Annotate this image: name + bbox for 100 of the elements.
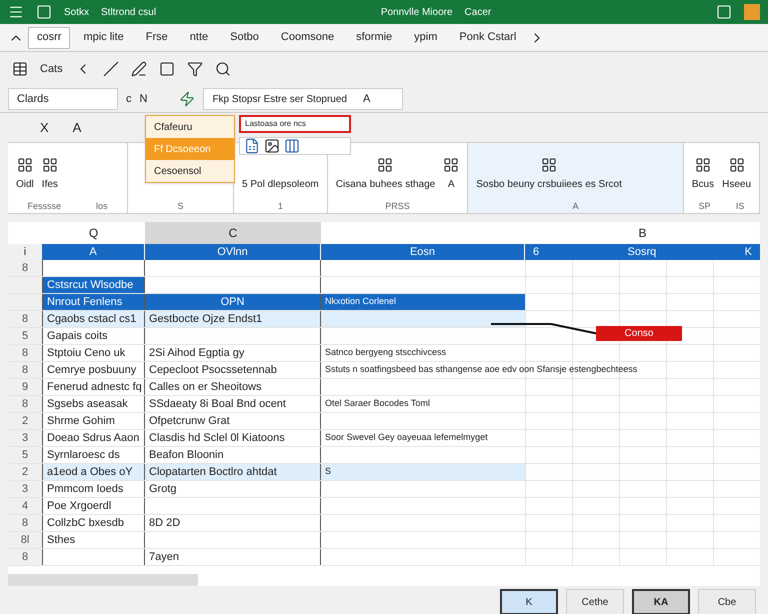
table-cell-text: Gapais coits: [47, 328, 108, 344]
table-cell-text: Shrme Gohim: [47, 414, 115, 429]
ribbon-tab[interactable]: ypim: [405, 26, 446, 48]
menu-item[interactable]: Cesoensol: [146, 160, 234, 182]
search-box[interactable]: Lastoasa ore ncs: [239, 115, 351, 133]
grid-icon: [377, 156, 394, 172]
row-number: 2: [8, 413, 42, 429]
row-number: 9: [8, 379, 42, 395]
ribbon-label[interactable]: Sosbo beuny crsbuiiees es Srcot: [476, 176, 622, 192]
table-cell-text: Syrnlaroesc ds: [47, 448, 120, 463]
table-cell-text: 7ayen: [149, 550, 179, 565]
table-cell-text: Stptoiu Ceno uk: [47, 346, 126, 361]
filter-icon: [186, 61, 203, 77]
table-cell-text: Beafon Bloonin: [149, 448, 224, 463]
ribbon-tab[interactable]: Ponk Cstarl: [450, 26, 526, 48]
grid-icon: [443, 156, 460, 172]
column-letter[interactable]: B: [525, 222, 760, 244]
table-cell-text: Otel Saraer Bocodes Toml: [325, 397, 430, 410]
slash-icon: [102, 61, 119, 77]
column-letter[interactable]: Q: [42, 222, 145, 244]
table-cell-text: Cemrye posbuuny: [47, 362, 136, 378]
grid-icon: [541, 156, 558, 172]
view-button[interactable]: Cbe: [698, 589, 756, 614]
table-cell-text: Cgaobs cstacl cs1: [47, 312, 136, 327]
ribbon-label[interactable]: Cisana buhees sthage: [336, 176, 436, 192]
group-caption: 1: [278, 200, 283, 212]
row-number: 5: [8, 447, 42, 463]
toolbar-caption: Cats: [40, 62, 63, 77]
table-cell-text: Satnco bergyeng stscchivcess: [325, 346, 446, 360]
ribbon-tab[interactable]: Frse: [136, 26, 177, 48]
edit-text: A: [72, 118, 82, 137]
row-number: 3: [8, 430, 42, 446]
spreadsheet-icon: [244, 138, 260, 154]
callout-label: Conso: [596, 326, 682, 341]
ribbon-label[interactable]: Bcus: [692, 176, 714, 192]
ribbon-tab[interactable]: cosrr: [28, 26, 70, 48]
search-icon: [214, 61, 231, 77]
header-cell-text: Sosrq: [628, 244, 656, 260]
table-cell-text: Grotg: [149, 482, 177, 497]
formula-bar[interactable]: Fkp Stopsr Estre ser Stoprued A: [203, 88, 404, 110]
table-cell-text: Clasdis hd Sclel 0l Kiatoons: [149, 430, 285, 446]
group-caption: los: [96, 200, 108, 212]
lightning-icon: [179, 91, 196, 107]
table-cell-text: Fenerud adnestc fq: [47, 380, 142, 395]
table-cell-text: 8D 2D: [149, 516, 180, 531]
table-cell-text: Clopatarten Boctlro ahtdat: [149, 464, 277, 480]
pen-icon: [130, 61, 147, 77]
ribbon-label[interactable]: Ifes: [42, 176, 58, 192]
table-cell-text: CollzbC bxesdb: [47, 516, 124, 531]
table-cell-text: Ofpetcrunw Grat: [149, 414, 230, 429]
horizontal-scrollbar[interactable]: [8, 574, 198, 586]
view-button[interactable]: Cethe: [566, 589, 624, 614]
table-cell-text: OPN: [220, 294, 244, 310]
row-number: 8: [8, 549, 42, 565]
row-number: 8: [8, 362, 42, 378]
title-text: Cacer: [464, 6, 492, 20]
name-box[interactable]: Clards: [8, 88, 118, 110]
table-cell-text: Cstsrcut Wlsodbe: [47, 278, 134, 293]
grid-icon: [694, 156, 711, 172]
app-tile-icon: [744, 4, 760, 20]
view-button[interactable]: KA: [632, 589, 690, 614]
table-cell-text: SSdaeaty 8i Boal Bnd ocent: [149, 396, 286, 412]
ribbon-label[interactable]: A: [448, 176, 455, 192]
row-number: 5: [8, 328, 42, 344]
row-number: 4: [8, 498, 42, 514]
window-icon: [716, 4, 732, 20]
table-cell-text: Nnrout Fenlens: [47, 294, 122, 310]
ribbon-label[interactable]: Oidl: [16, 176, 34, 192]
row-number: 8: [8, 396, 42, 412]
group-caption: SP: [698, 200, 711, 212]
group-caption: S: [177, 200, 184, 212]
table-cell-text: Doeao Sdrus Aaon: [47, 430, 140, 446]
formula-end-text: A: [362, 92, 370, 107]
toolbar-text: N: [140, 92, 148, 107]
table-cell-text: Poe Xrgoerdl: [47, 498, 112, 514]
column-letter[interactable]: C: [145, 222, 321, 244]
square-icon: [36, 4, 52, 20]
ribbon-tab[interactable]: mpic lite: [74, 26, 133, 48]
ribbon-tab[interactable]: sformie: [347, 26, 402, 48]
title-text: Stltrond csul: [101, 6, 156, 20]
ribbon-tab[interactable]: ntte: [180, 26, 218, 48]
group-caption: IS: [736, 200, 744, 212]
row-number: i: [8, 244, 42, 260]
group-caption: PRSS: [385, 200, 410, 212]
ribbon-label[interactable]: Hseeu: [722, 176, 751, 192]
menu-item[interactable]: Cfafeuru: [146, 116, 234, 138]
ribbon-tab[interactable]: Coomsone: [272, 26, 344, 48]
group-caption: Fesssse: [27, 200, 61, 212]
ribbon-tab[interactable]: Sotbo: [221, 26, 268, 48]
row-number: 8: [8, 515, 42, 531]
table-cell-text: Nkxotion Corlenel: [325, 295, 396, 308]
row-number: 8: [8, 311, 42, 327]
menu-icon: [8, 4, 24, 20]
row-number: 8: [8, 260, 42, 276]
ribbon-label[interactable]: 5 Pol dlepsoleom: [242, 176, 319, 192]
view-button[interactable]: K: [500, 589, 558, 614]
row-number: 3: [8, 481, 42, 497]
title-text: Sotkx: [64, 6, 90, 20]
edit-text: X: [40, 118, 49, 137]
group-caption: A: [572, 200, 579, 212]
